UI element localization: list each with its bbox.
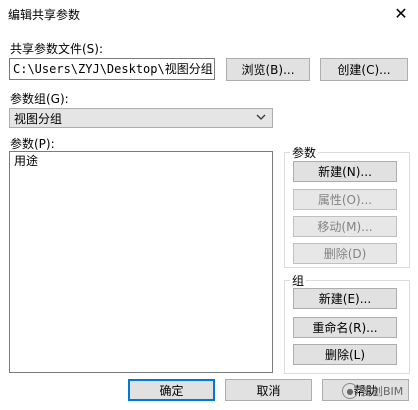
chevron-down-icon bbox=[256, 113, 266, 124]
rename-group-button[interactable]: 重命名(R)... bbox=[293, 317, 397, 338]
create-button[interactable]: 创建(C)... bbox=[320, 58, 408, 81]
list-item[interactable]: 用途 bbox=[10, 152, 272, 171]
wechat-icon: ● bbox=[342, 383, 358, 399]
cancel-button[interactable]: 取消 bbox=[225, 379, 312, 401]
new-param-button[interactable]: 新建(N)... bbox=[293, 161, 397, 182]
delete-group-button[interactable]: 删除(L) bbox=[293, 344, 397, 365]
shared-file-path-field[interactable]: C:\Users\ZYJ\Desktop\视图分组.txt bbox=[9, 58, 215, 80]
params-listbox[interactable]: 用途 bbox=[9, 151, 273, 373]
param-actions-title: 参数 bbox=[290, 144, 319, 161]
ok-button[interactable]: 确定 bbox=[128, 379, 215, 401]
move-param-button[interactable]: 移动(M)... bbox=[293, 216, 397, 237]
window-title: 编辑共享参数 bbox=[8, 8, 81, 22]
param-properties-button[interactable]: 属性(O)... bbox=[293, 189, 397, 210]
group-actions-title: 组 bbox=[290, 272, 307, 289]
shared-file-label: 共享参数文件(S): bbox=[10, 42, 104, 56]
new-group-button[interactable]: 新建(E)... bbox=[293, 288, 397, 309]
close-icon[interactable]: ✕ bbox=[390, 3, 412, 23]
watermark: ● 智创BIM bbox=[342, 383, 403, 399]
params-label: 参数(P): bbox=[10, 137, 55, 151]
param-group-label: 参数组(G): bbox=[10, 92, 69, 106]
param-group-select[interactable]: 视图分组 bbox=[9, 108, 273, 128]
param-group-selected-value: 视图分组 bbox=[14, 111, 63, 126]
delete-param-button[interactable]: 删除(D) bbox=[293, 243, 397, 264]
browse-button[interactable]: 浏览(B)... bbox=[226, 58, 310, 81]
watermark-text: 智创BIM bbox=[361, 385, 404, 398]
